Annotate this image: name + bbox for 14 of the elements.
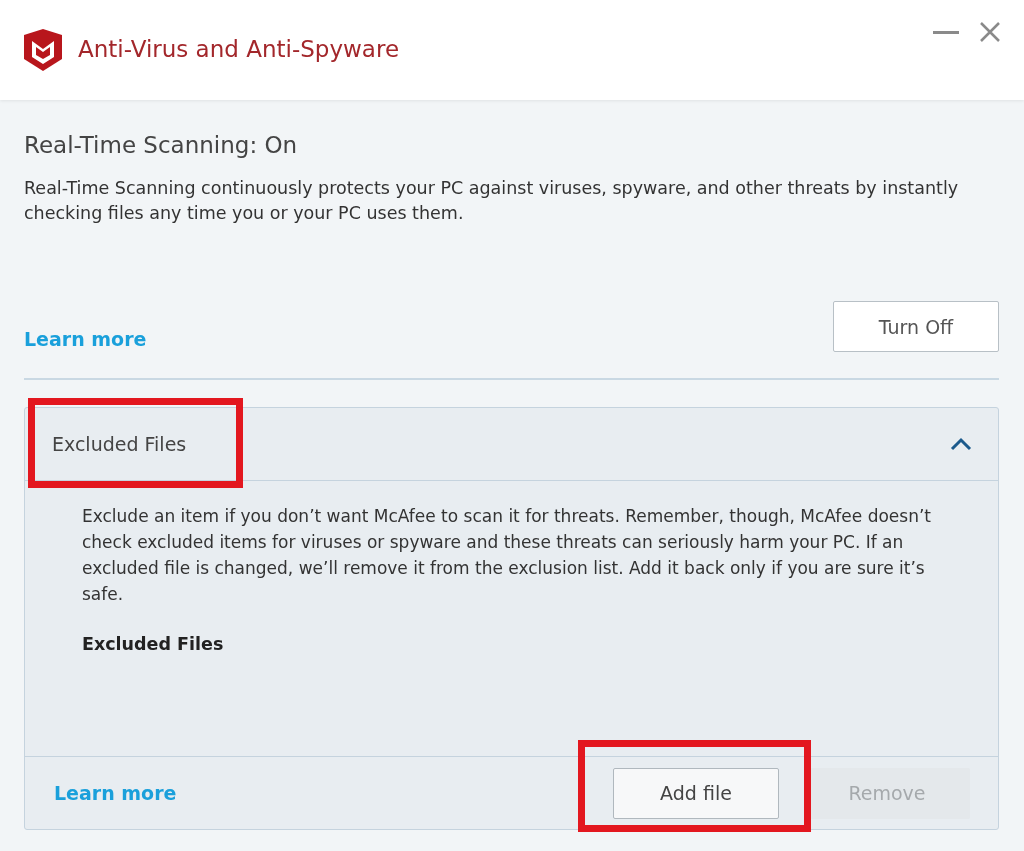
panel-title: Excluded Files [52, 433, 187, 455]
chevron-up-icon [950, 437, 972, 451]
add-file-button[interactable]: Add file [613, 767, 779, 819]
turn-off-button[interactable]: Turn Off [833, 301, 999, 352]
description-text: Real-Time Scanning continuously protects your PC against viruses, spyware, and other threats by instantly checking files any time you or your PC uses them. [24, 177, 960, 225]
section-title: Real-Time Scanning: On [24, 132, 299, 158]
excluded-files-header[interactable]: Excluded Files [25, 408, 998, 481]
close-icon [978, 20, 1002, 44]
minimize-icon [933, 31, 959, 34]
window-title: Anti-Virus and Anti-Spyware [78, 36, 400, 62]
close-button[interactable] [978, 20, 1002, 44]
shield-logo-icon [24, 29, 62, 71]
exclusion-description: Exclude an item if you don’t want McAfee to scan it for threats. Remember, though, McAfee doesn’t check excluded items for viruses or spyware and these threats can seriously harm your PC. If an excluded file is changed, we’ll remove it from the exclusion list. Add it back only if you are sure it’s safe. [82, 505, 933, 606]
list-heading: Excluded Files [82, 634, 225, 654]
